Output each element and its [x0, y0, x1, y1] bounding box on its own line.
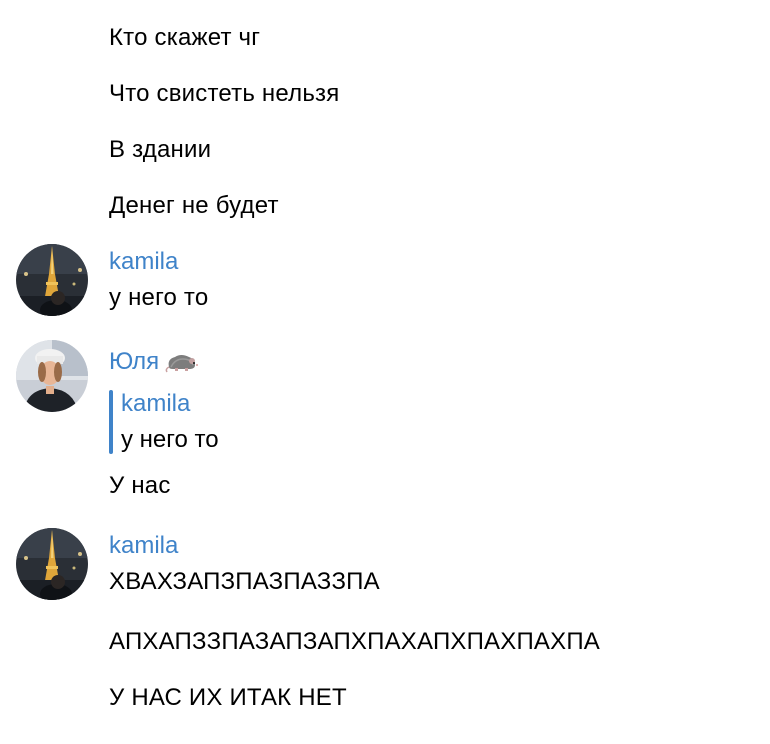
reply-quote[interactable]: kamila у него то: [109, 390, 409, 454]
person-in-hat-avatar: [16, 340, 88, 412]
sender-name[interactable]: kamila: [109, 532, 178, 560]
message-text: У нас: [109, 472, 171, 499]
message-text: У НАС ИХ ИТАК НЕТ: [109, 684, 347, 711]
avatar-kamila[interactable]: [16, 244, 88, 316]
message-text: Кто скажет чг: [109, 24, 261, 51]
message-text: Что свистеть нельзя: [109, 80, 340, 107]
sender-name[interactable]: Юля: [109, 348, 199, 380]
rat-emoji-icon: [165, 349, 199, 380]
message-text: АПХАПЗЗПАЗАПЗАПХПАХАПХПАХПАХПА: [109, 628, 600, 655]
message-text: у него то: [109, 284, 209, 311]
eiffel-tower-night-avatar: [16, 244, 88, 316]
sender-name-text: Юля: [109, 348, 160, 375]
chat-history[interactable]: Кто скажет чг Что свистеть нельзя В здан…: [0, 0, 770, 744]
message-text: ХВАХЗАПЗПАЗПАЗЗПА: [109, 568, 380, 595]
message-text: Денег не будет: [109, 192, 279, 219]
reply-text: у него то: [121, 426, 219, 453]
message-text: В здании: [109, 136, 212, 163]
avatar-yulya[interactable]: [16, 340, 88, 412]
avatar-kamila[interactable]: [16, 528, 88, 600]
eiffel-tower-night-avatar: [16, 528, 88, 600]
reply-bar: [109, 390, 113, 454]
reply-sender-name: kamila: [121, 390, 191, 417]
sender-name[interactable]: kamila: [109, 248, 178, 276]
